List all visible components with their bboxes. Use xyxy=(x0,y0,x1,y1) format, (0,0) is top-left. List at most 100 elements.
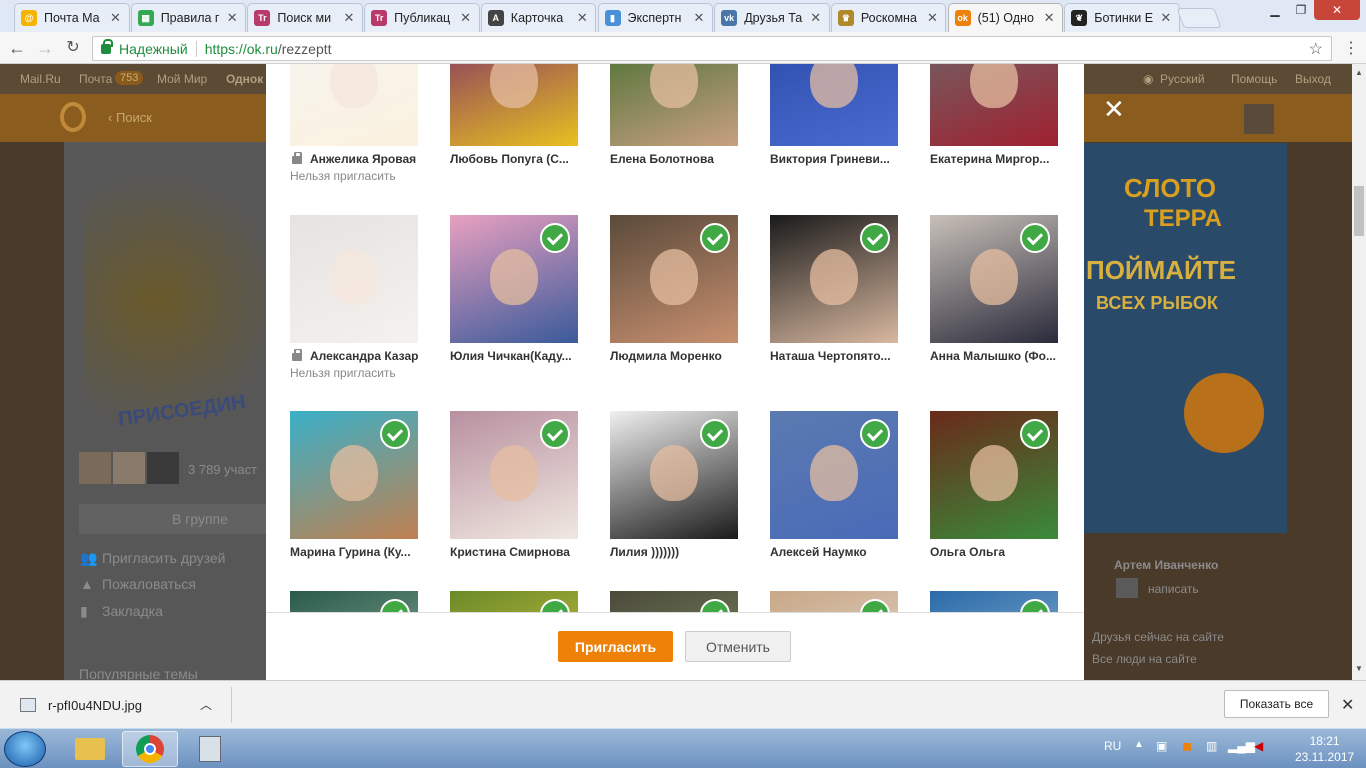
language-select[interactable]: Русский xyxy=(1160,72,1205,86)
friend-card[interactable]: Юлия Чичкан(Каду... xyxy=(450,215,578,363)
friend-card[interactable]: Любовь Попуга (С... xyxy=(450,64,578,166)
tray-app-icon[interactable]: ▣ xyxy=(1156,739,1167,753)
logout-link[interactable]: Выход xyxy=(1295,72,1331,86)
tab-close-icon[interactable]: ✕ xyxy=(692,10,706,26)
friend-card[interactable] xyxy=(450,591,578,612)
avatar[interactable] xyxy=(1244,104,1274,134)
tab-close-icon[interactable]: ✕ xyxy=(575,10,589,26)
chevron-up-icon[interactable]: ︿ xyxy=(200,696,212,713)
friend-card[interactable] xyxy=(930,591,1058,612)
friend-photo[interactable] xyxy=(610,64,738,146)
report-link[interactable]: Пожаловаться xyxy=(102,576,196,592)
friend-card[interactable] xyxy=(770,591,898,612)
friend-photo[interactable] xyxy=(770,64,898,146)
reload-icon[interactable]: ↻ xyxy=(62,38,84,58)
selected-check-icon[interactable] xyxy=(700,599,730,612)
bookmark-link[interactable]: Закладка xyxy=(102,603,163,619)
back-icon[interactable]: ← xyxy=(6,38,28,58)
mailru-link[interactable]: Mail.Ru xyxy=(20,72,61,86)
selected-check-icon[interactable] xyxy=(1020,599,1050,612)
bookmark-star-icon[interactable]: ☆ xyxy=(1309,39,1323,59)
selected-check-icon[interactable] xyxy=(380,599,410,612)
browser-tab[interactable]: ▦ Правила г ✕ xyxy=(130,3,247,32)
close-dialog-icon[interactable]: ✕ xyxy=(1103,94,1125,125)
system-clock[interactable]: 18:21 23.11.2017 xyxy=(1295,733,1354,765)
friend-photo[interactable] xyxy=(450,64,578,146)
selected-check-icon[interactable] xyxy=(540,599,570,612)
contact-name[interactable]: Артем Иванченко xyxy=(1114,558,1218,572)
invite-friends-link[interactable]: Пригласить друзей xyxy=(102,550,226,566)
close-window-icon[interactable]: ✕ xyxy=(1314,0,1360,20)
write-message-link[interactable]: написать xyxy=(1148,582,1199,596)
friend-card[interactable]: Ольга Ольга xyxy=(930,411,1058,559)
friend-photo[interactable] xyxy=(930,215,1058,343)
selected-check-icon[interactable] xyxy=(700,419,730,449)
tab-close-icon[interactable]: ✕ xyxy=(109,10,123,26)
ad-banner[interactable]: СЛОТО ТЕРРА ПОЙМАЙТЕ ВСЕХ РЫБОК xyxy=(1084,143,1287,533)
friend-photo[interactable] xyxy=(290,591,418,612)
friend-photo[interactable] xyxy=(450,215,578,343)
friend-card[interactable]: Анна Малышко (Фо... xyxy=(930,215,1058,363)
selected-check-icon[interactable] xyxy=(860,599,890,612)
friend-card[interactable]: Людмила Моренко xyxy=(610,215,738,363)
tab-close-icon[interactable]: ✕ xyxy=(1159,10,1173,26)
browser-tab[interactable]: ok (51) Одно ✕ xyxy=(947,3,1064,32)
friend-photo[interactable] xyxy=(610,215,738,343)
invite-button[interactable]: Пригласить xyxy=(558,631,673,662)
friend-card[interactable]: Наташа Чертопято... xyxy=(770,215,898,363)
friend-card[interactable]: Виктория Гриневи... xyxy=(770,64,898,166)
browser-tab[interactable]: ▮ Экспертн ✕ xyxy=(597,3,713,32)
search-back-link[interactable]: ‹ Поиск xyxy=(108,110,152,125)
tab-close-icon[interactable]: ✕ xyxy=(1042,10,1056,26)
scrollbar-thumb[interactable] xyxy=(1354,186,1364,236)
friend-card[interactable]: Лилия ))))))) xyxy=(610,411,738,559)
friend-photo[interactable] xyxy=(450,411,578,539)
friend-card[interactable]: Алексей Наумко xyxy=(770,411,898,559)
selected-check-icon[interactable] xyxy=(540,419,570,449)
ok-link[interactable]: Однок xyxy=(226,72,263,86)
tab-close-icon[interactable]: ✕ xyxy=(809,10,823,26)
friend-photo[interactable] xyxy=(610,411,738,539)
scroll-up-icon[interactable]: ▲ xyxy=(1355,68,1363,77)
selected-check-icon[interactable] xyxy=(860,419,890,449)
forward-icon[interactable]: → xyxy=(34,38,56,58)
browser-tab[interactable]: A Карточка ✕ xyxy=(480,3,597,32)
cancel-button[interactable]: Отменить xyxy=(685,631,791,662)
friend-photo[interactable] xyxy=(770,411,898,539)
mail-link[interactable]: Почта xyxy=(79,72,112,86)
tab-close-icon[interactable]: ✕ xyxy=(459,10,473,26)
friend-photo[interactable] xyxy=(610,591,738,612)
friends-online-link[interactable]: Друзья сейчас на сайте xyxy=(1092,630,1224,644)
friend-card[interactable]: Екатерина Миргор... xyxy=(930,64,1058,166)
browser-tab[interactable]: ♛ Роскомна ✕ xyxy=(830,3,947,32)
address-bar[interactable]: Надежный https://ok.ru/rezzeptt ☆ xyxy=(92,36,1332,61)
restore-icon[interactable]: ❐ xyxy=(1288,0,1314,20)
all-people-link[interactable]: Все люди на сайте xyxy=(1092,652,1197,666)
language-indicator[interactable]: RU xyxy=(1104,739,1121,753)
download-item[interactable]: r-pfI0u4NDU.jpg xyxy=(10,691,232,719)
new-tab-button[interactable] xyxy=(1176,8,1222,28)
page-scrollbar[interactable]: ▲ ▼ xyxy=(1352,64,1366,680)
scroll-down-icon[interactable]: ▼ xyxy=(1355,664,1363,673)
tray-expand-icon[interactable]: ▲ xyxy=(1134,739,1144,750)
selected-check-icon[interactable] xyxy=(1020,419,1050,449)
help-link[interactable]: Помощь xyxy=(1231,72,1277,86)
friend-photo[interactable] xyxy=(290,411,418,539)
friend-card[interactable]: Елена Болотнова xyxy=(610,64,738,166)
friend-card[interactable] xyxy=(290,591,418,612)
tray-ok-icon[interactable]: ◼ xyxy=(1182,739,1192,753)
browser-menu-icon[interactable]: ⋮ xyxy=(1343,38,1359,58)
minimize-icon[interactable]: ▁ xyxy=(1262,0,1288,20)
calculator-icon[interactable] xyxy=(182,731,238,767)
start-button[interactable] xyxy=(4,731,46,767)
in-group-button[interactable]: В группе xyxy=(79,504,269,534)
selected-check-icon[interactable] xyxy=(540,223,570,253)
tray-device-icon[interactable]: ▥ xyxy=(1206,739,1217,753)
friend-card[interactable]: Кристина Смирнова xyxy=(450,411,578,559)
friend-photo[interactable] xyxy=(450,591,578,612)
browser-tab[interactable]: Tr Публикац ✕ xyxy=(364,3,480,32)
friend-photo[interactable] xyxy=(930,591,1058,612)
selected-check-icon[interactable] xyxy=(1020,223,1050,253)
close-download-bar-icon[interactable]: ✕ xyxy=(1341,695,1354,715)
selected-check-icon[interactable] xyxy=(700,223,730,253)
